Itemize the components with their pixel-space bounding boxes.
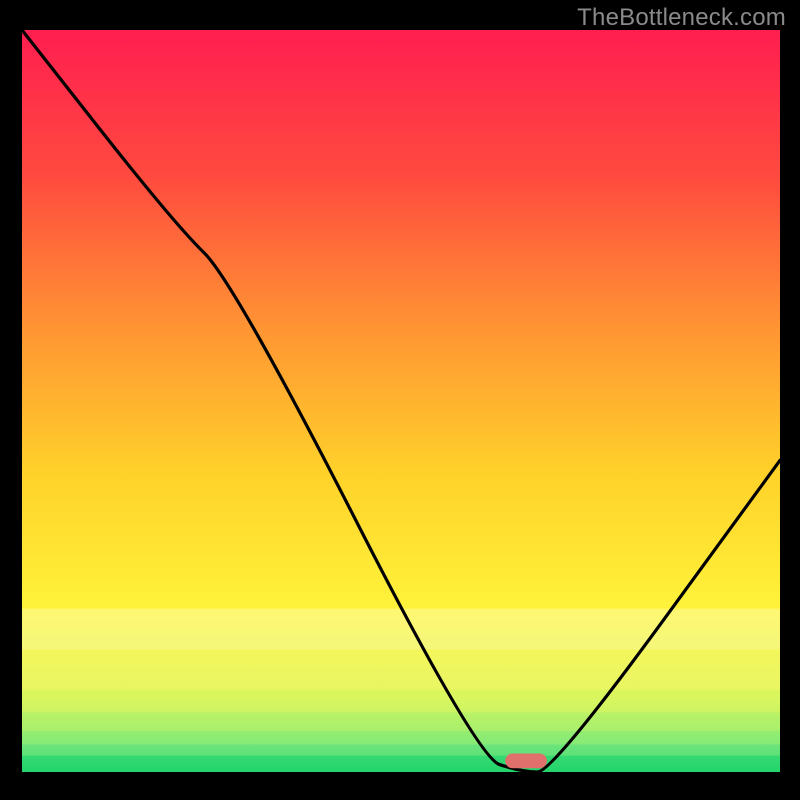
bottleneck-chart [0, 0, 800, 800]
gradient-band [22, 690, 780, 712]
gradient-band [22, 713, 780, 732]
border-right [780, 0, 800, 800]
gradient-band [22, 731, 780, 744]
gradient-band [22, 650, 780, 691]
optimal-marker [505, 753, 547, 768]
watermark-text: TheBottleneck.com [577, 4, 786, 32]
gradient-band [22, 756, 780, 772]
chart-frame: TheBottleneck.com [0, 0, 800, 800]
border-left [0, 0, 22, 800]
gradient-band [22, 745, 780, 756]
border-bottom [0, 772, 800, 800]
